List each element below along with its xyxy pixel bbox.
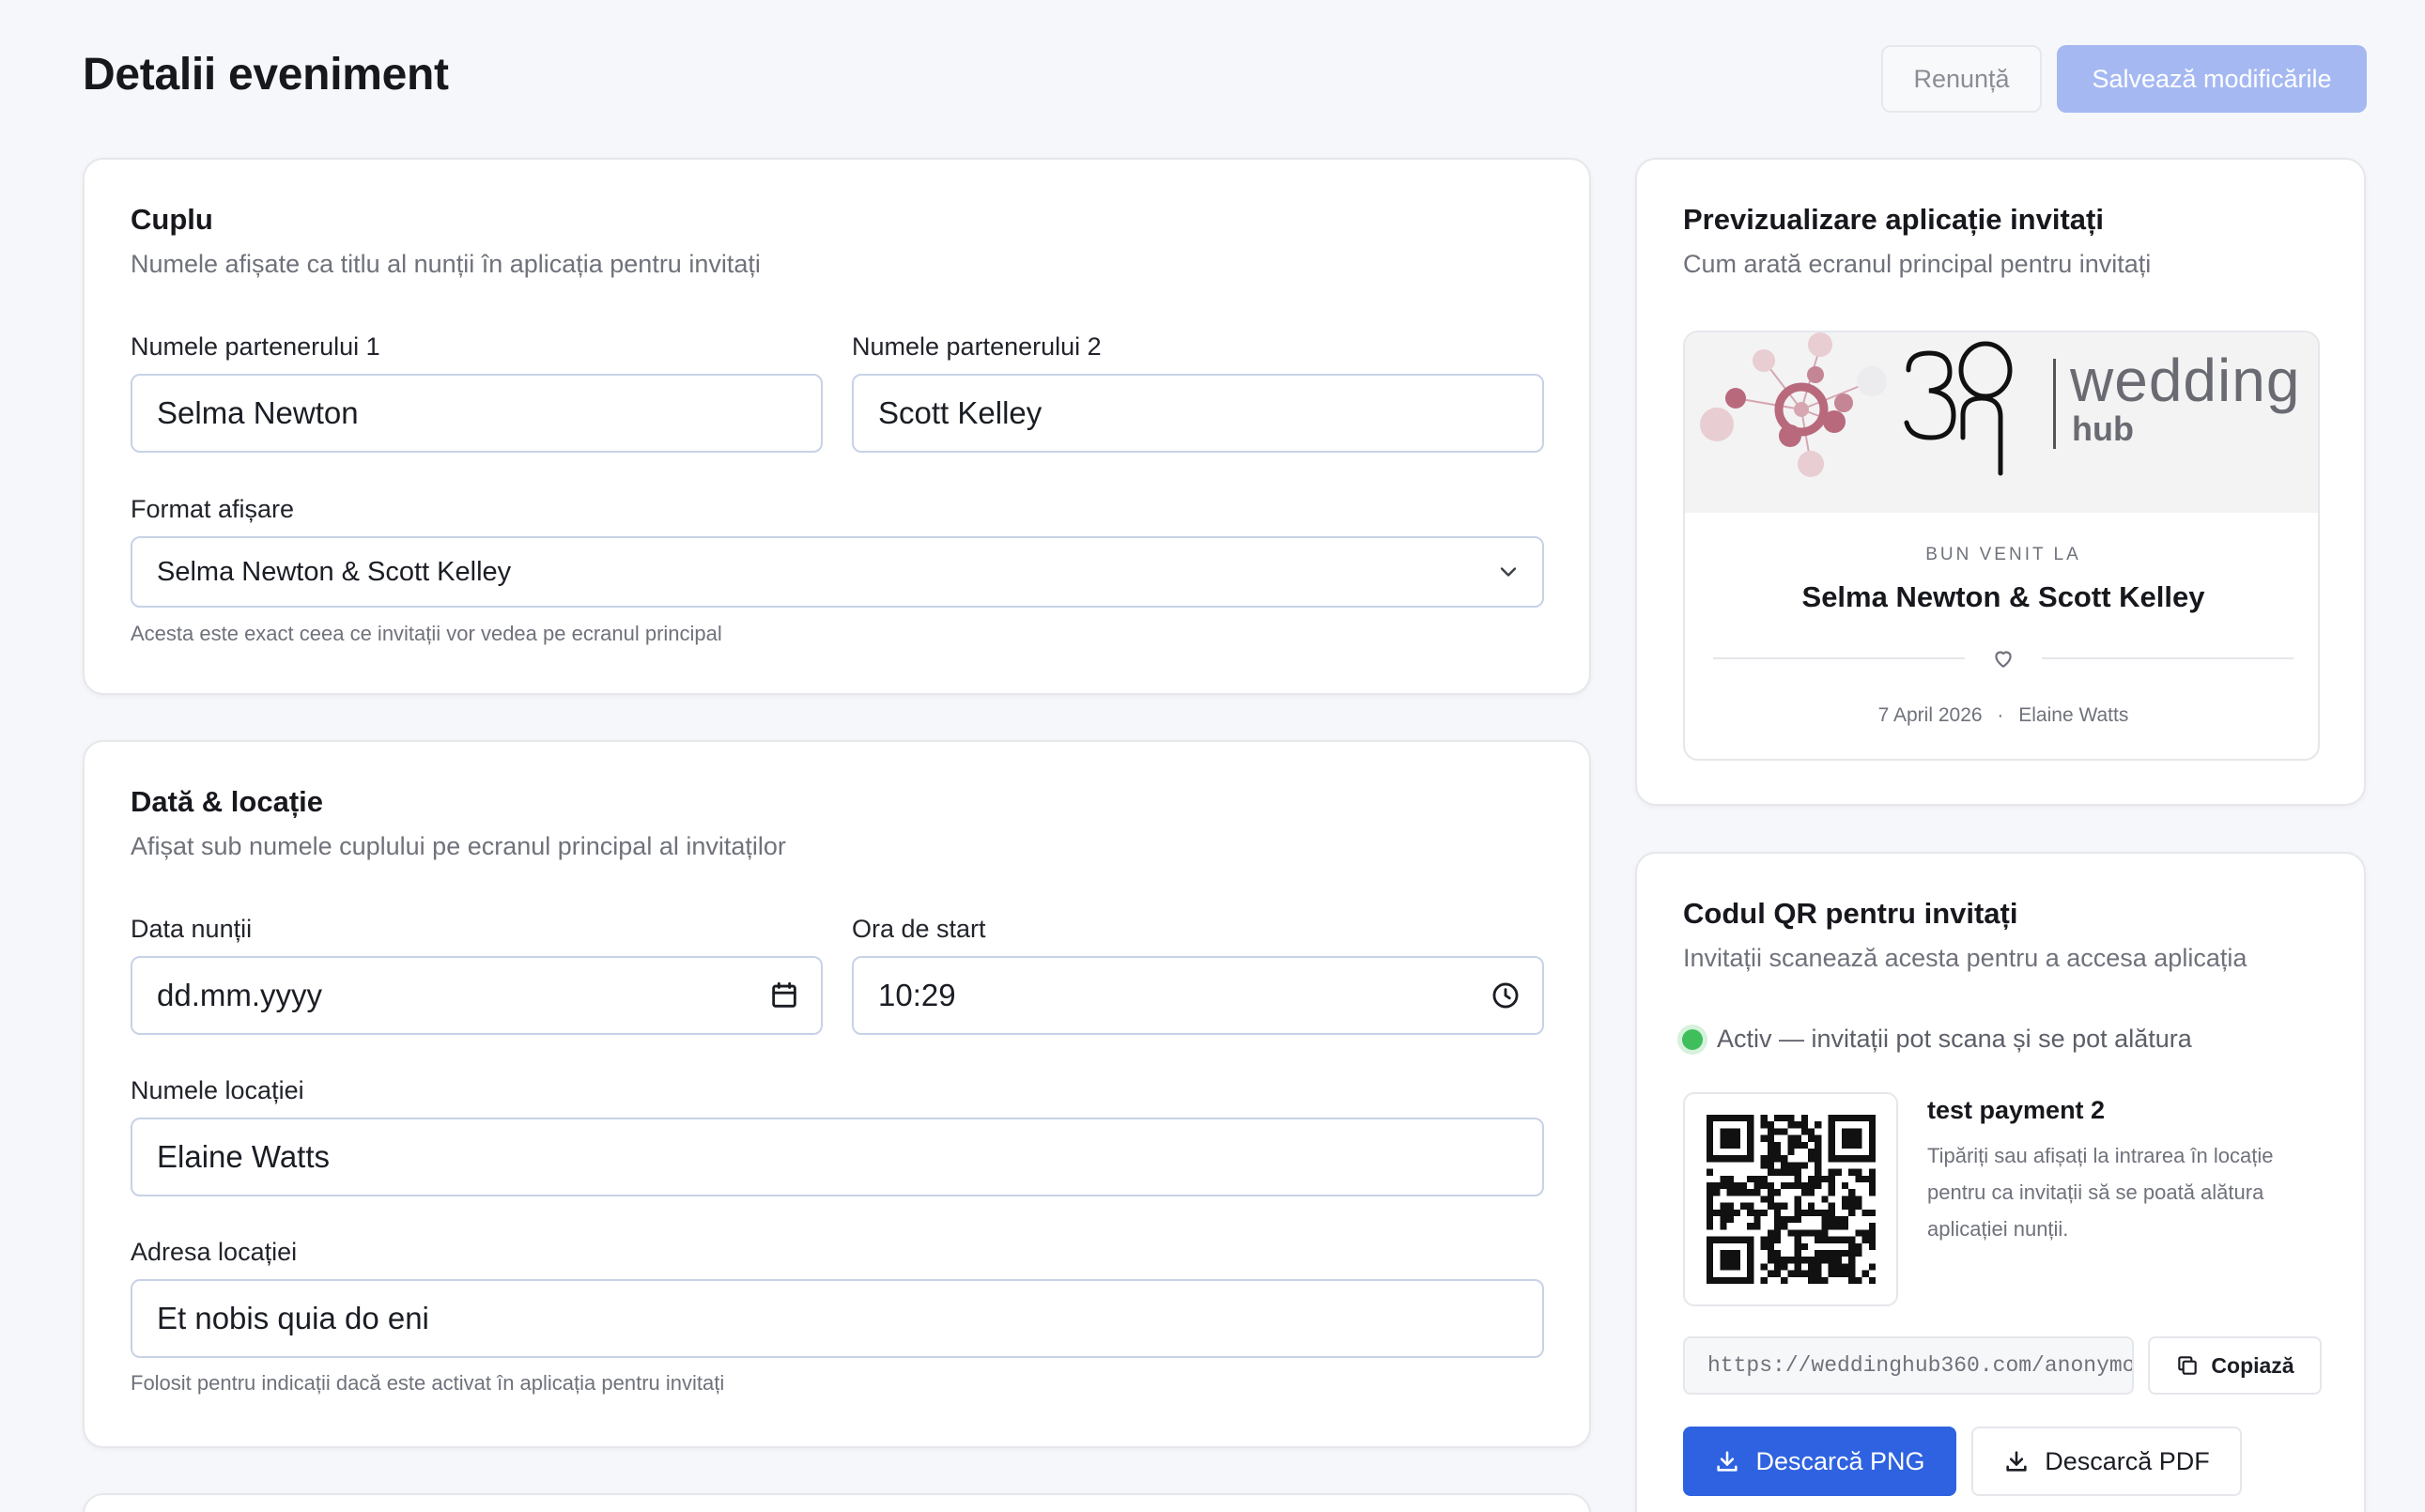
wedding-date-input[interactable]: dd.mm.yyyy [131,956,823,1035]
start-time-input[interactable]: 10:29 [852,956,1544,1035]
venue-name-input[interactable]: Elaine Watts [131,1118,1544,1196]
wedding-hub-logo-mark [1700,332,1887,477]
logo-360-numerals [1904,341,2013,476]
download-pdf-button[interactable]: Descarcă PDF [1971,1427,2242,1496]
preview-card-subtitle: Cum arată ecranul principal pentru invit… [1683,250,2152,278]
preview-divider-right [2042,657,2294,659]
logo-word-wedding: wedding [2070,347,2301,414]
download-pdf-label: Descarcă PDF [2045,1446,2210,1475]
guest-qr-card: Codul QR pentru invitați Invitații scane… [1635,852,2366,1512]
couple-card: Cuplu Numele afișate ca titlu al nunții … [83,158,1591,695]
partner1-label: Numele partenerului 1 [131,332,380,361]
venue-name-label: Numele locației [131,1076,304,1104]
logo-divider [2053,359,2056,449]
logo-word-hub: hub [2072,409,2134,448]
download-icon [1717,1451,1738,1472]
preview-venue: Elaine Watts [2018,704,2129,726]
preview-separator: · [1997,704,2004,726]
qr-description: Tipăriți sau afișați la intrarea în loca… [1927,1144,2274,1241]
qr-url-value: https://weddinghub360.com/anonymous [1707,1353,2134,1378]
couple-card-title: Cuplu [131,203,213,236]
start-time-value: 10:29 [878,978,956,1012]
venue-address-value: Et nobis quia do eni [157,1301,429,1335]
preview-divider-left [1713,657,1965,659]
download-icon [2006,1451,2027,1472]
partner1-name-value: Selma Newton [157,395,359,430]
clock-icon[interactable] [1490,980,1521,1011]
preview-date: 7 April 2026 [1877,704,1983,726]
partner2-name-input[interactable]: Scott Kelley [852,374,1544,453]
page-title: Detalii eveniment [83,50,449,100]
next-section-card [83,1493,1591,1512]
download-png-button[interactable]: Descarcă PNG [1683,1427,1956,1496]
display-format-label: Format afișare [131,495,295,523]
date-location-card-title: Dată & locație [131,785,324,818]
status-active-dot [1682,1029,1703,1050]
partner2-label: Numele partenerului 2 [852,332,1102,361]
copy-url-button[interactable]: Copiază [2148,1336,2322,1395]
download-png-label: Descarcă PNG [1755,1446,1925,1475]
venue-address-hint: Folosit pentru indicații dacă este activ… [131,1371,725,1395]
copy-icon [2178,1356,2198,1375]
display-format-value: Selma Newton & Scott Kelley [157,556,512,587]
status-active-text: Activ — invitații pot scana și se pot al… [1717,1025,2192,1053]
partner2-name-value: Scott Kelley [878,395,1043,430]
couple-card-subtitle: Numele afișate ca titlu al nunții în apl… [131,250,761,278]
display-format-hint: Acesta este exact ceea ce invitații vor … [131,622,722,645]
qr-card-subtitle: Invitații scanează acesta pentru a acces… [1683,944,2247,972]
chevron-down-icon [1500,567,1517,577]
wedding-date-placeholder: dd.mm.yyyy [157,978,323,1012]
preview-couple-name: Selma Newton & Scott Kelley [1801,580,2205,613]
qr-card-title: Codul QR pentru invitați [1683,897,2018,930]
guest-app-preview-card: Previzualizare aplicație invitați Cum ar… [1635,158,2366,806]
qr-url-field[interactable]: https://weddinghub360.com/anonymous [1683,1336,2134,1395]
start-time-label: Ora de start [852,915,986,943]
partner1-name-input[interactable]: Selma Newton [131,374,823,453]
qr-code-image [1707,1115,1876,1284]
display-format-select[interactable]: Selma Newton & Scott Kelley [131,536,1544,608]
cancel-button[interactable]: Renunță [1881,45,2042,113]
preview-logo-banner: wedding hub [1685,332,2318,513]
heart-icon [1995,651,2012,668]
preview-date-venue-line: 7 April 2026 · Elaine Watts [1685,704,2318,727]
qr-event-name: test payment 2 [1927,1096,2106,1124]
venue-address-label: Adresa locației [131,1238,298,1266]
venue-name-value: Elaine Watts [157,1139,331,1174]
copy-button-label: Copiază [2211,1352,2294,1378]
date-location-card-subtitle: Afișat sub numele cuplului pe ecranul pr… [131,832,786,860]
save-changes-button[interactable]: Salvează modificările [2057,45,2367,113]
calendar-icon[interactable] [768,980,800,1011]
qr-code-box [1683,1092,1898,1306]
wedding-date-label: Data nunții [131,915,253,943]
preview-card-title: Previzualizare aplicație invitați [1683,203,2104,236]
preview-welcome-label: BUN VENIT LA [1925,545,2081,564]
venue-address-input[interactable]: Et nobis quia do eni [131,1279,1544,1358]
phone-preview-frame: wedding hub BUN VENIT LA Selma Newton & … [1683,331,2320,761]
date-location-card: Dată & locație Afișat sub numele cuplulu… [83,740,1591,1448]
